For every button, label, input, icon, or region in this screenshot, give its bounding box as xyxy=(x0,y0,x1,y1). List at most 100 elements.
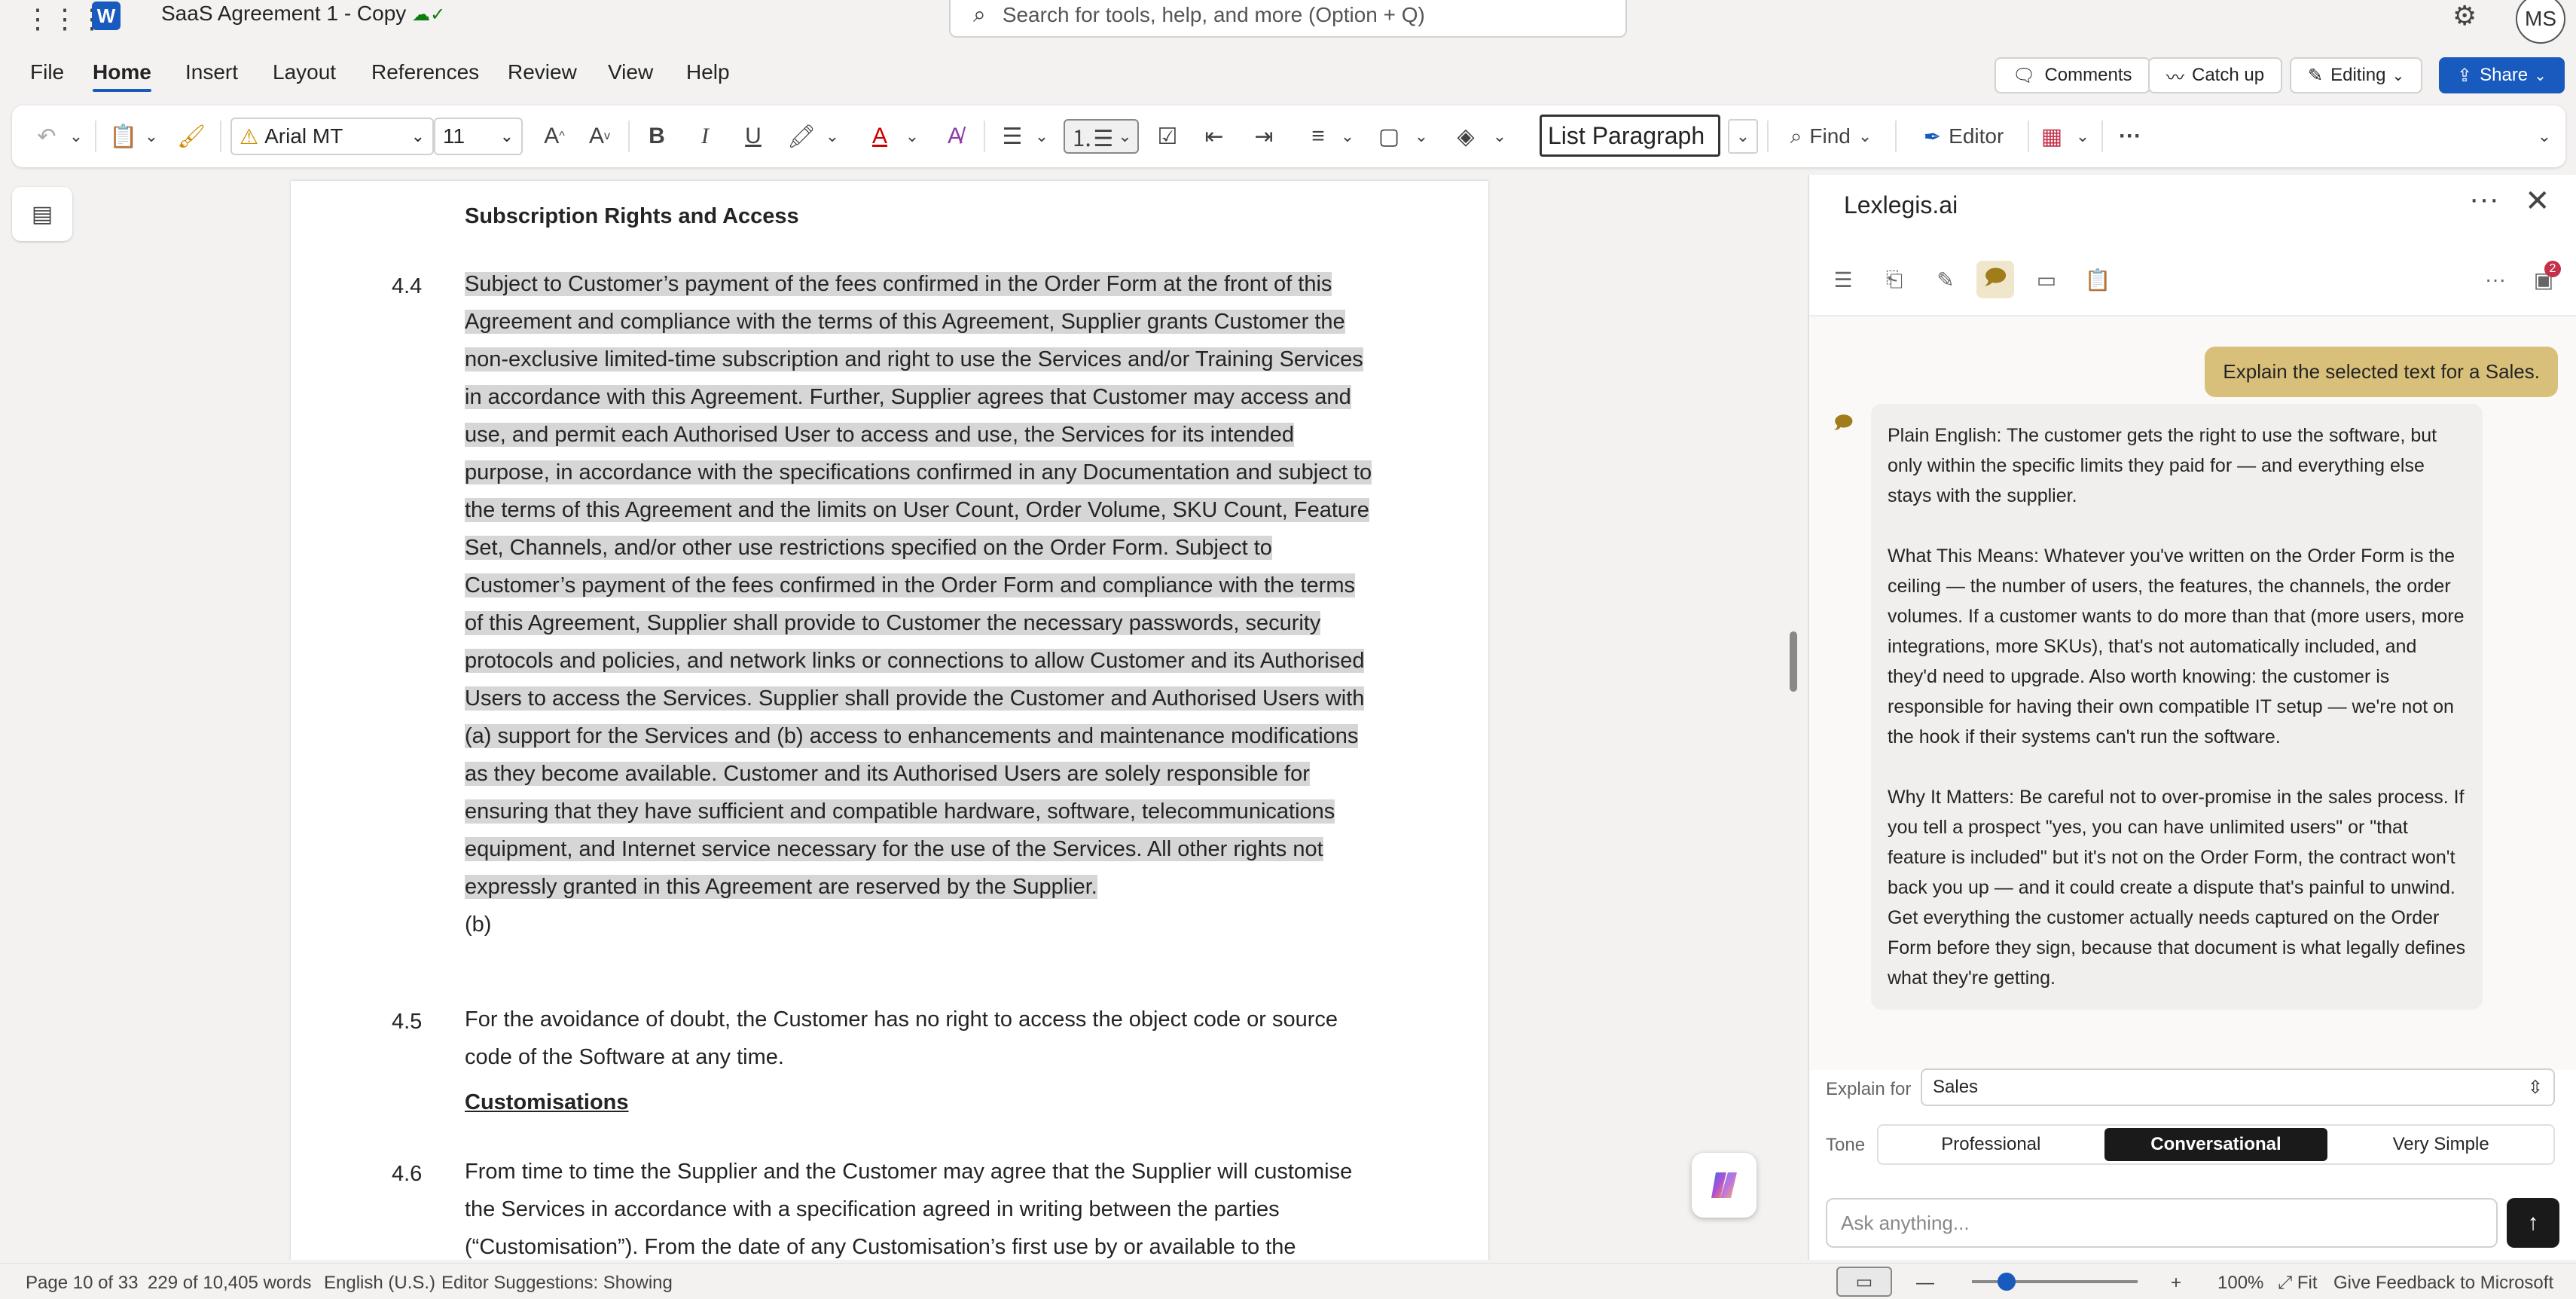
tone-professional[interactable]: Professional xyxy=(1879,1128,2102,1161)
grow-font-icon[interactable]: A ^ xyxy=(538,119,571,154)
paste-chevron-icon[interactable]: ⌄ xyxy=(140,119,163,154)
tools-more-icon[interactable]: ··· xyxy=(2477,261,2514,298)
editing-mode-button[interactable]: ✎ Editing ⌄ xyxy=(2290,57,2423,93)
page-count[interactable]: Page 10 of 33 xyxy=(26,1273,138,1294)
summary-icon[interactable]: ☰ xyxy=(1824,261,1862,298)
style-chevron-icon[interactable]: ⌄ xyxy=(1728,119,1758,154)
explain-for-select[interactable]: Sales ⇳ xyxy=(1921,1068,2555,1106)
editor-button[interactable]: ✒ Editor xyxy=(1907,119,2020,154)
title-bar: ⋮⋮⋮ W SaaS Agreement 1 - Copy ☁✓ ⌕ Search… xyxy=(0,0,2576,44)
font-color-icon[interactable]: A xyxy=(863,119,896,154)
assistant-message: Plain English: The customer gets the rig… xyxy=(1871,404,2483,1010)
document-page[interactable]: Subscription Rights and Access 4.4 Subje… xyxy=(291,181,1488,1260)
status-bar: Page 10 of 33 229 of 10,405 words Englis… xyxy=(0,1263,2576,1299)
bullets-icon[interactable]: ☰ xyxy=(996,119,1029,154)
menu-insert[interactable]: Insert xyxy=(185,60,238,84)
comments-button[interactable]: 🗨 Comments xyxy=(1995,57,2150,93)
shading-chevron-icon[interactable]: ⌄ xyxy=(1488,119,1511,154)
borders-chevron-icon[interactable]: ⌄ xyxy=(1410,119,1433,154)
share-button[interactable]: ⇪ Share ⌄ xyxy=(2439,57,2565,93)
bold-icon[interactable]: B xyxy=(640,119,673,154)
font-name-select[interactable]: ⚠ Arial MT ⌄ xyxy=(230,118,434,155)
bullets-chevron-icon[interactable]: ⌄ xyxy=(1030,119,1053,154)
ask-input[interactable]: Ask anything... xyxy=(1826,1198,2498,1248)
style-select[interactable]: List Paragraph xyxy=(1540,115,1720,157)
language[interactable]: English (U.S.) xyxy=(324,1273,435,1294)
more-options-icon[interactable]: ··· xyxy=(2114,119,2147,154)
explain-chat-icon[interactable]: 🗩 xyxy=(1976,261,2014,298)
paste-icon[interactable]: 📋 xyxy=(108,119,139,154)
app-launcher-icon[interactable]: ⋮⋮⋮ xyxy=(24,3,105,34)
notification-badge: 2 xyxy=(2544,261,2561,277)
highlight-icon[interactable]: 🖍 xyxy=(785,119,818,154)
arrow-up-icon: ↑ xyxy=(2527,1210,2539,1235)
document-title[interactable]: SaaS Agreement 1 - Copy ☁✓ xyxy=(161,2,445,26)
zoom-out-icon[interactable]: — xyxy=(1916,1273,1934,1294)
menu-home[interactable]: Home xyxy=(93,60,151,92)
align-chevron-icon[interactable]: ⌄ xyxy=(1336,119,1359,154)
collapse-ribbon-icon[interactable]: ⌄ xyxy=(2528,119,2561,154)
menu-layout[interactable]: Layout xyxy=(273,60,336,84)
clause-4-5-text[interactable]: For the avoidance of doubt, the Customer… xyxy=(465,1001,1467,1076)
tasks-icon[interactable]: ▣ 2 xyxy=(2525,261,2562,298)
line: purpose, in accordance with the specific… xyxy=(465,460,1372,484)
compare-icon[interactable]: ⎗ xyxy=(1876,261,1913,298)
search-icon: ⌕ xyxy=(973,2,986,27)
word-logo-icon: W xyxy=(92,2,121,30)
increase-indent-icon[interactable]: ⇥ xyxy=(1247,119,1280,154)
chat-history[interactable]: Explain the selected text for a Sales. 🗩… xyxy=(1809,316,2576,1070)
zoom-in-icon[interactable]: + xyxy=(2171,1273,2181,1294)
format-painter-icon[interactable]: 🖌 xyxy=(176,119,206,154)
shrink-font-icon[interactable]: Av xyxy=(583,119,616,154)
menu-help[interactable]: Help xyxy=(686,60,730,84)
shading-icon[interactable]: ◈ xyxy=(1449,119,1482,154)
zoom-slider[interactable] xyxy=(1972,1280,2138,1283)
document-icon[interactable]: ▭ xyxy=(2028,261,2065,298)
menu-view[interactable]: View xyxy=(608,60,653,84)
font-color-chevron-icon[interactable]: ⌄ xyxy=(901,119,923,154)
clipboard-check-icon[interactable]: 📋 xyxy=(2079,261,2117,298)
word-count[interactable]: 229 of 10,405 words xyxy=(148,1273,312,1294)
underline-icon[interactable]: U xyxy=(737,119,770,154)
clause-4-4-text[interactable]: Subject to Customer’s payment of the fee… xyxy=(465,265,1467,943)
zoom-level[interactable]: 100% xyxy=(2217,1273,2263,1294)
find-button[interactable]: ⌕ Find ⌄ xyxy=(1775,119,1888,154)
panel-more-icon[interactable]: ··· xyxy=(2469,182,2499,216)
checklist-icon[interactable]: ☑ xyxy=(1151,119,1184,154)
document-scrollbar[interactable] xyxy=(1790,631,1797,692)
clear-formatting-icon[interactable]: A̸ xyxy=(939,119,972,154)
decrease-indent-icon[interactable]: ⇤ xyxy=(1198,119,1231,154)
fit-button[interactable]: ⤢ Fit xyxy=(2278,1273,2318,1294)
settings-gear-icon[interactable]: ⚙ xyxy=(2452,0,2477,32)
tone-conversational[interactable]: Conversational xyxy=(2104,1128,2327,1161)
menu-file[interactable]: File xyxy=(30,60,64,84)
undo-icon[interactable]: ↶ xyxy=(32,119,62,154)
tone-very-simple[interactable]: Very Simple xyxy=(2330,1128,2553,1161)
draft-pencil-icon[interactable]: ✎ xyxy=(1927,261,1964,298)
align-icon[interactable]: ≡ xyxy=(1302,119,1335,154)
user-avatar[interactable]: MS xyxy=(2516,0,2565,44)
borders-icon[interactable]: ▢ xyxy=(1372,119,1406,154)
menu-references[interactable]: References xyxy=(371,60,479,84)
highlight-chevron-icon[interactable]: ⌄ xyxy=(821,119,844,154)
copilot-button[interactable] xyxy=(1692,1153,1757,1218)
zoom-slider-thumb[interactable] xyxy=(1998,1273,2016,1291)
clause-4-6-text[interactable]: From time to time the Supplier and the C… xyxy=(465,1153,1467,1260)
italic-icon[interactable]: I xyxy=(688,119,722,154)
catch-up-button[interactable]: 〰 Catch up xyxy=(2148,57,2283,93)
navigation-pane-icon[interactable]: ▤ xyxy=(12,187,72,241)
feedback-link[interactable]: Give Feedback to Microsoft xyxy=(2333,1273,2553,1294)
editor-suggestions[interactable]: Editor Suggestions: Showing xyxy=(441,1273,673,1294)
search-box[interactable]: ⌕ Search for tools, help, and more (Optio… xyxy=(949,0,1627,38)
tone-selector: Professional Conversational Very Simple xyxy=(1877,1124,2555,1165)
close-icon[interactable]: ✕ xyxy=(2525,184,2550,219)
font-size-select[interactable]: 11 ⌄ xyxy=(434,118,523,155)
numbering-button[interactable]: ⒈☰ ⌄ xyxy=(1064,119,1139,154)
menu-review[interactable]: Review xyxy=(508,60,577,84)
undo-chevron-icon[interactable]: ⌄ xyxy=(65,119,87,154)
send-button[interactable]: ↑ xyxy=(2507,1198,2559,1248)
add-ins-chevron-icon[interactable]: ⌄ xyxy=(2071,119,2094,154)
page-view-icon[interactable]: ▭ xyxy=(1836,1267,1892,1297)
line: Subject to Customer’s payment of the fee… xyxy=(465,272,1332,296)
add-ins-icon[interactable]: ▦ xyxy=(2035,119,2068,154)
